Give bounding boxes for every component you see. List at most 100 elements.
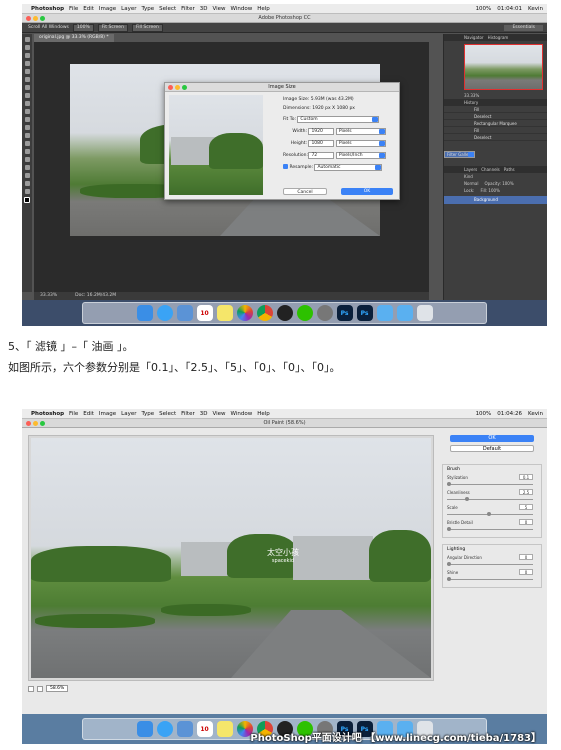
scale-input[interactable]: 5 <box>519 504 533 510</box>
shine-input[interactable]: 0 <box>519 569 533 575</box>
dodge-tool-icon[interactable] <box>24 141 30 146</box>
crop-tool-icon[interactable] <box>24 69 30 74</box>
chrome-icon[interactable] <box>256 305 273 321</box>
ok-button[interactable]: OK <box>341 188 393 195</box>
messages-icon[interactable] <box>156 305 173 321</box>
history-brush-tool-icon[interactable] <box>24 109 30 114</box>
menu-help[interactable]: Help <box>257 6 270 12</box>
zoom-icon[interactable] <box>40 16 45 21</box>
mail-icon[interactable] <box>176 305 193 321</box>
close-icon[interactable] <box>26 16 31 21</box>
bristle-detail-input[interactable]: 0 <box>519 519 533 525</box>
tab-navigator[interactable]: Navigator <box>464 34 484 41</box>
angular-direction-slider-handle[interactable] <box>447 562 451 566</box>
blur-tool-icon[interactable] <box>24 133 30 138</box>
photos-icon[interactable] <box>236 305 253 321</box>
finder-icon[interactable] <box>136 721 153 737</box>
tab-layers[interactable]: Layers <box>464 166 477 173</box>
menu-file[interactable]: File <box>69 6 78 12</box>
healing-tool-icon[interactable] <box>24 85 30 90</box>
resample-checkbox[interactable] <box>283 164 288 169</box>
tab-histogram[interactable]: Histogram <box>488 34 509 41</box>
shape-tool-icon[interactable] <box>24 173 30 178</box>
pen-tool-icon[interactable] <box>24 149 30 154</box>
menubar-user[interactable]: Kevin <box>528 6 543 12</box>
marquee-tool-icon[interactable] <box>24 45 30 50</box>
gradient-tool-icon[interactable] <box>24 125 30 130</box>
menubar-clock[interactable]: 01:04:01 <box>497 6 522 12</box>
stylization-slider-handle[interactable] <box>447 482 451 486</box>
stylization-slider[interactable] <box>447 484 533 485</box>
history-item[interactable]: Deselect <box>444 113 547 120</box>
resolution-unit-select[interactable]: Pixels/Inch <box>335 152 386 159</box>
fit-screen-button[interactable]: Fit Screen <box>97 23 128 32</box>
notes-icon[interactable] <box>216 305 233 321</box>
eraser-tool-icon[interactable] <box>24 117 30 122</box>
menu-window[interactable]: Window <box>231 6 253 12</box>
stamp-tool-icon[interactable] <box>24 101 30 106</box>
calendar-icon[interactable]: 10 <box>196 721 213 737</box>
menu-3d[interactable]: 3D <box>200 411 208 417</box>
bristle-detail-slider[interactable] <box>447 529 533 530</box>
close-icon[interactable] <box>26 421 31 426</box>
menu-layer[interactable]: Layer <box>121 411 136 417</box>
height-input[interactable]: 1080 <box>308 140 335 147</box>
menu-photoshop[interactable]: Photoshop <box>31 6 64 12</box>
zoom-level[interactable]: 58.6% <box>46 685 69 692</box>
battery-status[interactable]: 100% <box>476 6 492 12</box>
menu-window[interactable]: Window <box>231 411 253 417</box>
move-tool-icon[interactable] <box>24 37 30 42</box>
qq-icon[interactable] <box>276 305 293 321</box>
minimize-icon[interactable] <box>33 421 38 426</box>
cancel-button[interactable]: Cancel <box>283 188 327 195</box>
history-item[interactable]: Fill <box>444 106 547 113</box>
tab-channels[interactable]: Channels <box>481 166 500 173</box>
menu-edit[interactable]: Edit <box>83 6 94 12</box>
menu-view[interactable]: View <box>212 6 225 12</box>
zoom-100-button[interactable]: 100% <box>72 23 94 32</box>
menu-filter[interactable]: Filter <box>181 6 195 12</box>
opacity-field[interactable]: Opacity: 100% <box>484 180 513 187</box>
stylization-input[interactable]: 0.1 <box>519 474 533 480</box>
resample-select[interactable]: Automatic <box>314 164 383 171</box>
document-tab[interactable]: original.jpg @ 33.3% (RGB/8) * <box>34 34 114 42</box>
menu-edit[interactable]: Edit <box>83 411 94 417</box>
menu-view[interactable]: View <box>212 411 225 417</box>
fill-screen-button[interactable]: Fill Screen <box>131 23 163 32</box>
bristle-detail-slider-handle[interactable] <box>447 527 451 531</box>
zoom-in-icon[interactable] <box>37 685 43 692</box>
history-item[interactable]: Fill <box>444 127 547 134</box>
mail-icon[interactable] <box>176 721 193 737</box>
menu-type[interactable]: Type <box>142 411 155 417</box>
lasso-tool-icon[interactable] <box>24 53 30 58</box>
close-icon[interactable] <box>168 85 173 90</box>
eyedropper-tool-icon[interactable] <box>24 77 30 82</box>
finder-icon[interactable] <box>136 305 153 321</box>
tab-paths[interactable]: Paths <box>504 166 515 173</box>
quick-select-tool-icon[interactable] <box>24 61 30 66</box>
zoom-icon[interactable] <box>182 85 187 90</box>
wechat-icon[interactable] <box>296 305 313 321</box>
menubar-user[interactable]: Kevin <box>528 411 543 417</box>
scroll-all-checkbox[interactable]: Scroll All Windows <box>28 25 69 30</box>
navigator-thumbnail[interactable] <box>464 44 543 90</box>
menu-layer[interactable]: Layer <box>121 6 136 12</box>
settings-icon[interactable] <box>316 305 333 321</box>
history-item[interactable]: Rectangular Marquee <box>444 120 547 127</box>
image-preview[interactable] <box>169 95 263 195</box>
menu-image[interactable]: Image <box>99 6 116 12</box>
scale-slider-handle[interactable] <box>487 512 491 516</box>
hand-tool-icon[interactable] <box>24 181 30 186</box>
photoshop-icon[interactable]: Ps <box>356 305 373 321</box>
minimize-icon[interactable] <box>175 85 180 90</box>
fill-field[interactable]: Fill: 100% <box>480 187 499 194</box>
tab-history[interactable]: History <box>464 99 478 106</box>
messages-icon[interactable] <box>156 721 173 737</box>
history-item[interactable]: Deselect <box>444 134 547 141</box>
brush-tool-icon[interactable] <box>24 93 30 98</box>
layer-kind-select[interactable]: Kind <box>464 173 473 180</box>
zoom-out-icon[interactable] <box>28 685 34 692</box>
default-button[interactable]: Default <box>450 445 534 452</box>
width-unit-select[interactable]: Pixels <box>335 128 386 135</box>
angular-direction-slider[interactable] <box>447 564 533 565</box>
